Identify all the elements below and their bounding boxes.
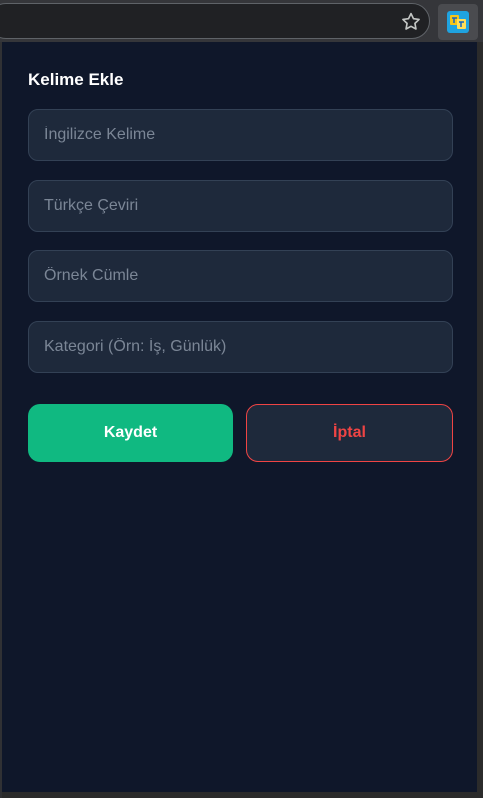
extension-button[interactable] (438, 4, 478, 40)
address-bar[interactable] (0, 3, 430, 39)
star-icon[interactable] (400, 11, 422, 33)
category-input[interactable] (28, 321, 453, 373)
extension-icon (447, 11, 469, 33)
browser-toolbar (0, 0, 483, 42)
turkish-translation-input[interactable] (28, 180, 453, 232)
cancel-button[interactable]: İptal (246, 404, 453, 462)
save-button[interactable]: Kaydet (28, 404, 233, 462)
popup-title: Kelime Ekle (28, 70, 124, 89)
extension-popup: Kelime Ekle Kaydet İptal (2, 42, 477, 792)
example-sentence-input[interactable] (28, 250, 453, 302)
english-word-input[interactable] (28, 109, 453, 161)
